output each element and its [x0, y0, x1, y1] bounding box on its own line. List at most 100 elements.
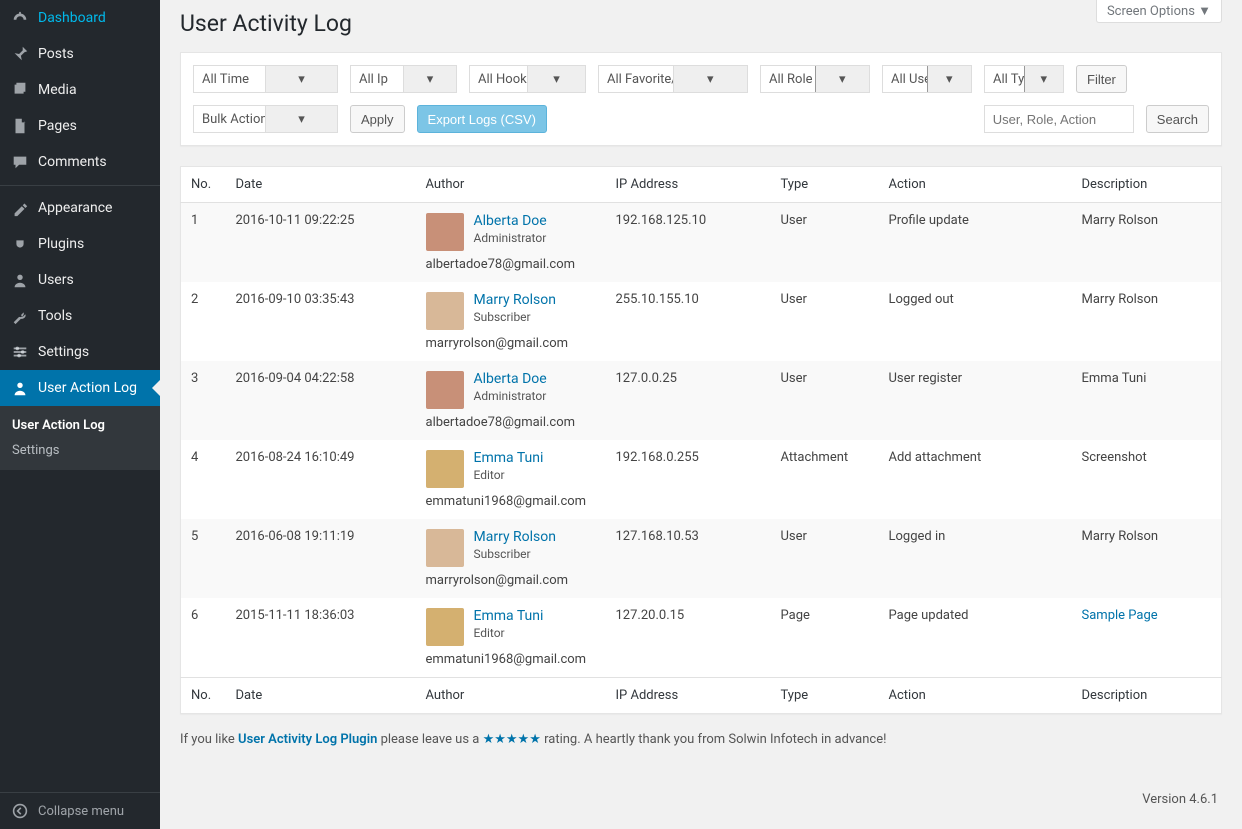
col-header-no[interactable]: No. [181, 167, 226, 203]
author-email: emmatuni1968@gmail.com [426, 652, 596, 667]
sidebar-item-plugins[interactable]: Plugins [0, 226, 160, 262]
author-email: albertadoe78@gmail.com [426, 415, 596, 430]
author-link[interactable]: Marry Rolson [474, 529, 557, 545]
activity-log-table: No. Date Author IP Address Type Action D… [180, 166, 1222, 714]
table-row: 32016-09-04 04:22:58Alberta DoeAdministr… [181, 361, 1222, 440]
author-link[interactable]: Alberta Doe [474, 371, 547, 387]
col-header-ip[interactable]: IP Address [606, 167, 771, 203]
cell-date: 2016-06-08 19:11:19 [226, 519, 416, 598]
author-link[interactable]: Emma Tuni [474, 608, 544, 624]
chevron-down-icon: ▾ [927, 66, 972, 92]
cell-type: Page [771, 598, 879, 678]
table-row: 42016-08-24 16:10:49Emma TuniEditoremmat… [181, 440, 1222, 519]
star-rating[interactable]: ★★★★★ [483, 732, 541, 747]
chevron-down-icon: ▾ [265, 66, 337, 92]
avatar [426, 371, 464, 409]
sidebar-item-appearance[interactable]: Appearance [0, 190, 160, 226]
cell-action: Profile update [879, 203, 1072, 283]
author-role: Subscriber [474, 547, 557, 561]
pin-icon [10, 44, 30, 64]
cell-ip: 192.168.125.10 [606, 203, 771, 283]
search-input[interactable] [984, 105, 1134, 133]
filter-ip[interactable]: All Ip▾ [350, 65, 457, 93]
filter-favorite[interactable]: All Favorite/Unfavorite▾ [598, 65, 748, 93]
sidebar-item-dashboard[interactable]: Dashboard [0, 0, 160, 36]
plug-icon [10, 234, 30, 254]
col-footer-action: Action [879, 678, 1072, 714]
sidebar-item-media[interactable]: Media [0, 72, 160, 108]
cell-date: 2016-08-24 16:10:49 [226, 440, 416, 519]
filter-hook[interactable]: All Hook▾ [469, 65, 586, 93]
chevron-down-icon: ▾ [673, 66, 748, 92]
cell-ip: 192.168.0.255 [606, 440, 771, 519]
filter-button[interactable]: Filter [1076, 65, 1127, 93]
description-link[interactable]: Sample Page [1082, 608, 1158, 623]
col-header-type[interactable]: Type [771, 167, 879, 203]
sidebar-item-users[interactable]: Users [0, 262, 160, 298]
cell-no: 6 [181, 598, 226, 678]
apply-button[interactable]: Apply [350, 105, 405, 133]
cell-author: Emma TuniEditoremmatuni1968@gmail.com [416, 440, 606, 519]
search-button[interactable]: Search [1146, 105, 1209, 133]
sidebar-item-comments[interactable]: Comments [0, 144, 160, 180]
cell-action: Logged in [879, 519, 1072, 598]
cell-author: Alberta DoeAdministratoralbertadoe78@gma… [416, 203, 606, 283]
cell-no: 5 [181, 519, 226, 598]
bulk-actions-select[interactable]: Bulk Actions▾ [193, 105, 338, 133]
cell-type: User [771, 361, 879, 440]
sidebar-submenu-user-action-log[interactable]: User Action Log [0, 413, 160, 438]
version-label: Version 4.6.1 [1142, 792, 1218, 807]
author-link[interactable]: Marry Rolson [474, 292, 557, 308]
cell-author: Emma Tuni Editor emmatuni1968@gmail.com [416, 598, 606, 678]
col-footer-date: Date [226, 678, 416, 714]
filter-role[interactable]: All Role▾ [760, 65, 870, 93]
author-link[interactable]: Alberta Doe [474, 213, 547, 229]
sidebar-item-label: Plugins [38, 235, 84, 253]
filter-type[interactable]: All Type▾ [984, 65, 1064, 93]
author-role: Editor [474, 468, 544, 482]
cell-action: Add attachment [879, 440, 1072, 519]
cell-desc: Marry Rolson [1072, 282, 1222, 361]
cell-type: User [771, 203, 879, 283]
cell-ip: 127.0.0.25 [606, 361, 771, 440]
user-icon [10, 270, 30, 290]
cell-ip: 127.168.10.53 [606, 519, 771, 598]
cell-desc: Marry Rolson [1072, 519, 1222, 598]
admin-sidebar: DashboardPostsMedia Pages Comments Appearan… [0, 0, 160, 829]
avatar [426, 213, 464, 251]
col-header-author[interactable]: Author [416, 167, 606, 203]
sidebar-item-posts[interactable]: Posts [0, 36, 160, 72]
sidebar-item-tools[interactable]: Tools [0, 298, 160, 334]
sidebar-item-pages[interactable]: Pages [0, 108, 160, 144]
avatar [426, 529, 464, 567]
sidebar-item-label: Appearance [38, 199, 112, 217]
cell-type: User [771, 519, 879, 598]
col-header-desc[interactable]: Description [1072, 167, 1222, 203]
sidebar-item-label: Settings [38, 343, 89, 361]
col-header-action[interactable]: Action [879, 167, 1072, 203]
cell-action: User register [879, 361, 1072, 440]
sidebar-item-settings[interactable]: Settings [0, 334, 160, 370]
main-content: Screen Options ▼ User Activity Log All T… [160, 0, 1242, 829]
screen-options-toggle[interactable]: Screen Options ▼ [1096, 0, 1222, 23]
col-header-date[interactable]: Date [226, 167, 416, 203]
author-role: Editor [474, 626, 544, 640]
collapse-menu[interactable]: Collapse menu [0, 792, 160, 829]
cell-no: 1 [181, 203, 226, 283]
sidebar-item-label: User Action Log [38, 379, 137, 397]
table-row: 52016-06-08 19:11:19 Marry Rolson Subscrib… [181, 519, 1222, 598]
comment-icon [10, 152, 30, 172]
author-link[interactable]: Emma Tuni [474, 450, 544, 466]
cell-author: Alberta DoeAdministratoralbertadoe78@gma… [416, 361, 606, 440]
filter-time[interactable]: All Time▾ [193, 65, 338, 93]
filter-user[interactable]: All User▾ [882, 65, 972, 93]
cell-ip: 255.10.155.10 [606, 282, 771, 361]
chevron-down-icon: ▾ [527, 66, 585, 92]
sidebar-item-user-action-log[interactable]: User Action Log [0, 370, 160, 406]
export-csv-button[interactable]: Export Logs (CSV) [417, 105, 547, 133]
cell-type: Attachment [771, 440, 879, 519]
cell-no: 4 [181, 440, 226, 519]
sidebar-item-label: Pages [38, 117, 77, 135]
plugin-link[interactable]: User Activity Log Plugin [238, 732, 377, 747]
sidebar-submenu-settings[interactable]: Settings [0, 438, 160, 463]
